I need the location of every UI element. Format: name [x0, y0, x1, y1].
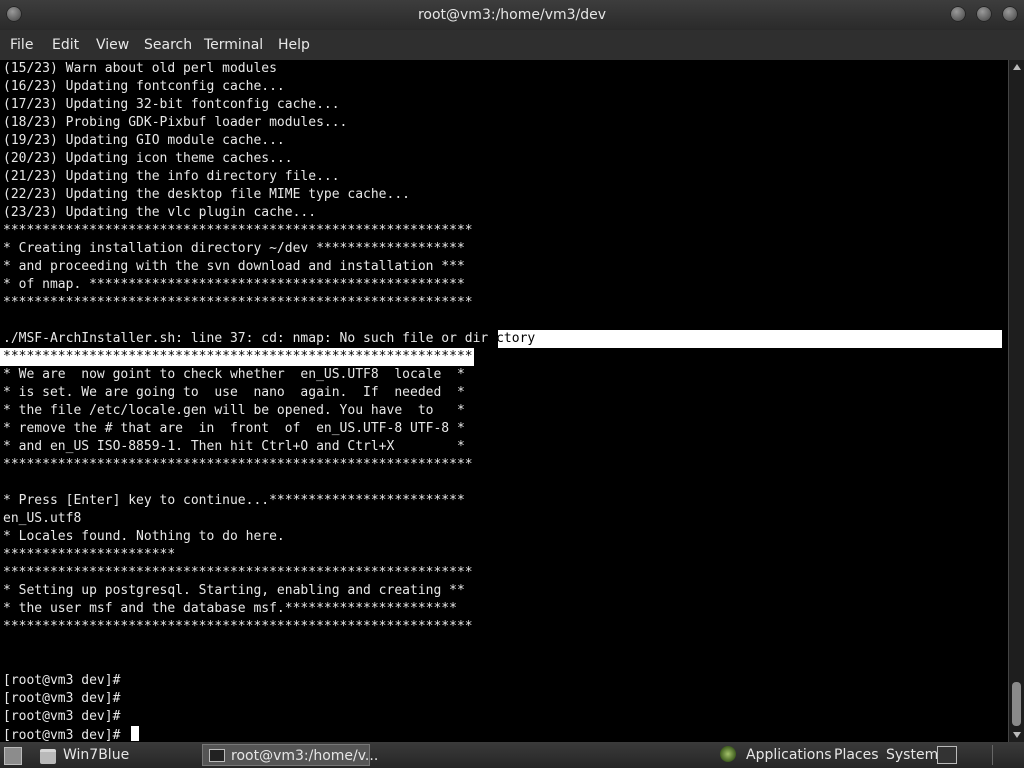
- maximize-icon[interactable]: [976, 6, 992, 22]
- scroll-down-icon[interactable]: [1013, 732, 1021, 738]
- task-terminal[interactable]: root@vm3:/home/v...: [202, 744, 378, 766]
- terminal-line: ****************************************…: [3, 223, 473, 238]
- terminal-line: [root@vm3 dev]#: [3, 709, 121, 724]
- terminal-line: * Press [Enter] key to continue...******…: [3, 493, 465, 508]
- terminal-line: * and en_US ISO-8859-1. Then hit Ctrl+O …: [3, 439, 465, 454]
- terminal-line: * the user msf and the database msf.****…: [3, 601, 457, 616]
- terminal-lines: (15/23) Warn about old perl modules (16/…: [3, 60, 535, 742]
- show-desktop-icon[interactable]: [4, 747, 22, 765]
- terminal-line: **********************: [3, 547, 176, 562]
- selection-highlight: [498, 330, 1002, 348]
- task-label: Win7Blue: [63, 747, 130, 763]
- menu-bar: File Edit View Search Terminal Help: [0, 30, 1024, 60]
- terminal-line: * Setting up postgresql. Starting, enabl…: [3, 583, 465, 598]
- terminal-line: (16/23) Updating fontconfig cache...: [3, 79, 285, 94]
- tray-separator: [992, 745, 993, 765]
- terminal-prompt-line[interactable]: [root@vm3 dev]#: [3, 726, 535, 742]
- terminal-line: (22/23) Updating the desktop file MIME t…: [3, 187, 410, 202]
- text-cursor: [131, 726, 140, 741]
- terminal-line: * is set. We are going to use nano again…: [3, 385, 465, 400]
- terminal-line: * and proceeding with the svn download a…: [3, 259, 465, 274]
- menu-terminal[interactable]: Terminal: [204, 30, 263, 60]
- menu-file[interactable]: File: [10, 30, 33, 60]
- menu-view[interactable]: View: [96, 30, 129, 60]
- terminal-prompt: [root@vm3 dev]#: [3, 728, 129, 742]
- terminal-line: * remove the # that are in front of en_U…: [3, 421, 465, 436]
- taskbar: Win7Blue root@vm3:/home/v... Application…: [0, 742, 1024, 768]
- menu-edit[interactable]: Edit: [52, 30, 79, 60]
- terminal-line: (18/23) Probing GDK-Pixbuf loader module…: [3, 115, 348, 130]
- task-win7blue[interactable]: Win7Blue: [38, 744, 223, 766]
- close-icon[interactable]: [1002, 6, 1018, 22]
- terminal-line: * the file /etc/locale.gen will be opene…: [3, 403, 465, 418]
- window-title: root@vm3:/home/vm3/dev: [417, 7, 607, 23]
- menu-system[interactable]: System: [886, 742, 938, 768]
- terminal-line: (17/23) Updating 32-bit fontconfig cache…: [3, 97, 340, 112]
- terminal-line: ****************************************…: [3, 457, 473, 472]
- terminal-line-selected: ****************************************…: [3, 349, 473, 364]
- menu-applications[interactable]: Applications: [746, 742, 832, 768]
- scroll-thumb[interactable]: [1012, 682, 1021, 726]
- terminal-line: ****************************************…: [3, 619, 473, 634]
- terminal-line: (21/23) Updating the info directory file…: [3, 169, 340, 184]
- terminal-line: en_US.utf8: [3, 511, 82, 526]
- terminal-line: (19/23) Updating GIO module cache...: [3, 133, 285, 148]
- terminal-line: * Locales found. Nothing to do here.: [3, 529, 285, 544]
- terminal-line: [root@vm3 dev]#: [3, 673, 121, 688]
- terminal-scrollbar[interactable]: [1008, 60, 1024, 742]
- terminal-line: * We are now goint to check whether en_U…: [3, 367, 465, 382]
- terminal-output[interactable]: (15/23) Warn about old perl modules (16/…: [0, 60, 1008, 742]
- applications-icon[interactable]: [720, 746, 736, 762]
- terminal-line: * of nmap. *****************************…: [3, 277, 465, 292]
- menu-search[interactable]: Search: [144, 30, 192, 60]
- monitor-icon[interactable]: [937, 746, 957, 764]
- terminal-line: ****************************************…: [3, 565, 473, 580]
- window-titlebar[interactable]: root@vm3:/home/vm3/dev: [0, 0, 1024, 30]
- task-label: root@vm3:/home/v...: [231, 748, 379, 764]
- terminal-line: ./MSF-ArchInstaller.sh: line 37: cd: nma…: [3, 331, 536, 346]
- scroll-up-icon[interactable]: [1013, 64, 1021, 70]
- terminal-line: (15/23) Warn about old perl modules: [3, 61, 277, 76]
- terminal-line: (20/23) Updating icon theme caches...: [3, 151, 293, 166]
- menu-places[interactable]: Places: [834, 742, 879, 768]
- terminal-line: ****************************************…: [3, 295, 473, 310]
- terminal-icon: [209, 749, 225, 762]
- minimize-icon[interactable]: [950, 6, 966, 22]
- folder-icon: [40, 749, 56, 764]
- terminal-line: * Creating installation directory ~/dev …: [3, 241, 465, 256]
- terminal-line: (23/23) Updating the vlc plugin cache...: [3, 205, 317, 220]
- terminal-line: [root@vm3 dev]#: [3, 691, 121, 706]
- menu-help[interactable]: Help: [278, 30, 310, 60]
